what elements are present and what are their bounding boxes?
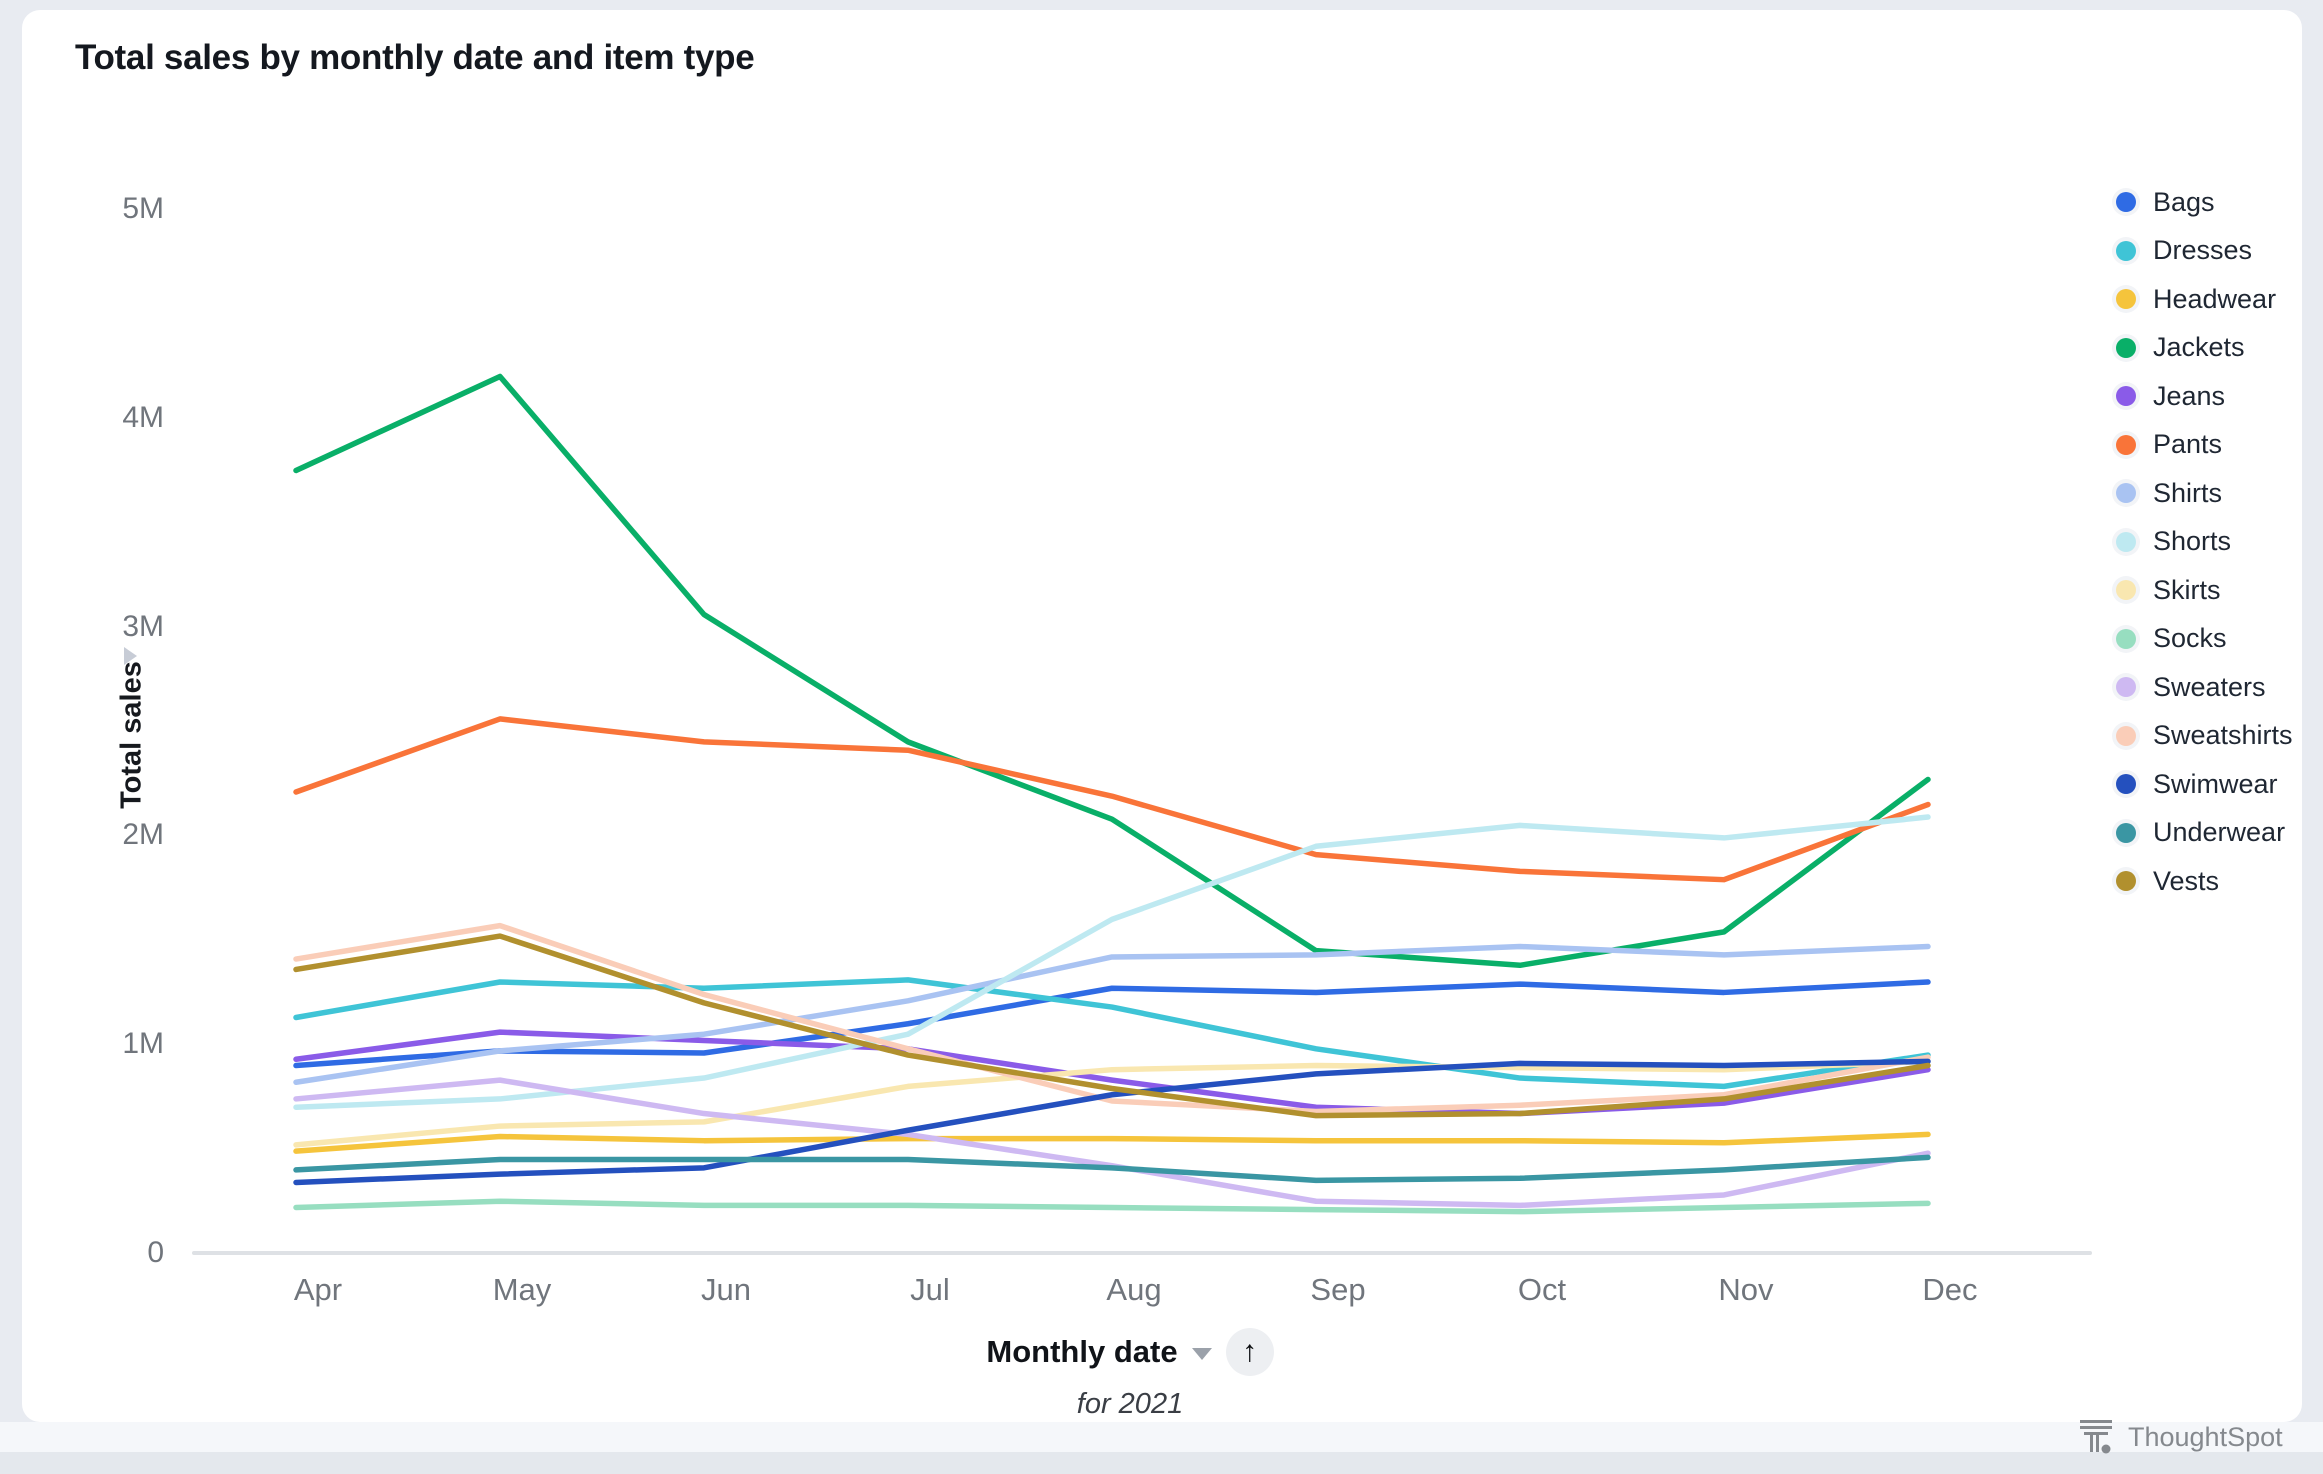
footer-band [0,1422,2323,1452]
series-line-socks[interactable] [296,1201,1928,1211]
thoughtspot-logo-icon [2078,1420,2114,1454]
series-line-pants[interactable] [296,719,1928,880]
bottom-strip [0,1452,2323,1474]
brand: ThoughtSpot [2078,1420,2283,1454]
brand-text: ThoughtSpot [2128,1422,2283,1453]
series-line-shirts[interactable] [296,947,1928,1083]
line-chart-canvas[interactable] [0,0,2323,1474]
series-line-underwear[interactable] [296,1157,1928,1180]
series-line-headwear[interactable] [296,1134,1928,1151]
series-line-bags[interactable] [296,982,1928,1066]
